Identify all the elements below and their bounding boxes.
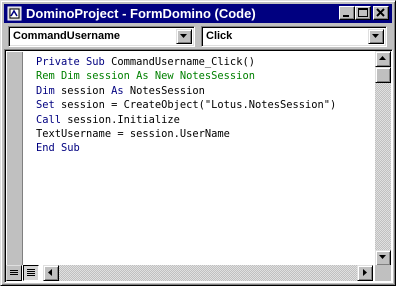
procedure-combobox-value: Click [206, 30, 233, 42]
code-token: NotesSession [129, 84, 205, 97]
maximize-icon [358, 8, 368, 17]
procedure-combobox[interactable]: Click [201, 26, 387, 47]
horizontal-scrollbar[interactable] [43, 265, 373, 281]
scroll-down-button[interactable] [375, 250, 391, 266]
code-line[interactable]: Rem Dim session As New NotesSession [36, 69, 336, 83]
procedure-dropdown-button[interactable] [368, 29, 384, 44]
code-line[interactable]: Dim session As NotesSession [36, 84, 336, 98]
code-line[interactable]: Set session = CreateObject("Lotus.NotesS… [36, 98, 336, 112]
margin-indicator-bar[interactable] [7, 52, 23, 265]
procedure-view-icon [10, 270, 18, 275]
scroll-up-button[interactable] [375, 51, 391, 67]
code-token: TextUsername = session.UserName [36, 127, 230, 140]
arrow-right-icon [363, 269, 367, 276]
code-token: session [61, 84, 112, 97]
scroll-right-button[interactable] [357, 265, 373, 281]
arrow-left-icon [48, 269, 52, 276]
code-keyword: Set [36, 99, 62, 112]
close-button[interactable] [373, 6, 389, 20]
code-line[interactable]: TextUsername = session.UserName [36, 127, 336, 141]
procedure-view-button[interactable] [6, 265, 22, 281]
object-combobox-value: CommandUsername [13, 30, 120, 42]
vb-form-icon [7, 6, 22, 21]
full-module-view-button[interactable] [23, 265, 39, 281]
code-keyword: As [111, 84, 130, 97]
object-combobox[interactable]: CommandUsername [8, 26, 195, 47]
chevron-down-icon [372, 34, 379, 38]
code-keyword: Private Sub [36, 56, 112, 68]
code-text[interactable]: Private Sub CommandUsername_Click() Rem D… [36, 55, 336, 156]
vertical-scrollbar[interactable] [375, 51, 391, 266]
window-title: DominoProject - FormDomino (Code) [26, 6, 256, 21]
scrollbar-corner [375, 265, 391, 281]
code-keyword: Dim [36, 84, 62, 97]
code-line[interactable]: Private Sub CommandUsername_Click() [36, 55, 336, 69]
code-token: session.Initialize [67, 113, 180, 126]
code-window: DominoProject - FormDomino (Code) Comman… [0, 0, 396, 286]
code-editor[interactable]: Private Sub CommandUsername_Click() Rem D… [4, 49, 393, 283]
maximize-button[interactable] [355, 6, 371, 20]
code-comment: Rem Dim session As New NotesSession [36, 70, 255, 83]
chevron-down-icon [180, 34, 187, 38]
scroll-left-button[interactable] [43, 265, 59, 281]
minimize-icon [343, 15, 349, 17]
arrow-down-icon [379, 255, 386, 259]
object-dropdown-button[interactable] [176, 29, 192, 44]
code-keyword: End Sub [36, 142, 80, 155]
code-token: CommandUsername_Click() [111, 56, 255, 68]
code-keyword: Call [36, 113, 68, 126]
title-bar[interactable]: DominoProject - FormDomino (Code) [4, 4, 392, 23]
full-module-view-icon [27, 269, 35, 276]
minimize-button[interactable] [339, 6, 355, 20]
code-line[interactable]: End Sub [36, 141, 336, 155]
scroll-thumb[interactable] [375, 67, 391, 83]
code-token: session = CreateObject("Lotus.NotesSessi… [61, 99, 337, 112]
code-line[interactable]: Call session.Initialize [36, 113, 336, 127]
arrow-up-icon [379, 56, 386, 60]
close-icon [376, 8, 385, 17]
